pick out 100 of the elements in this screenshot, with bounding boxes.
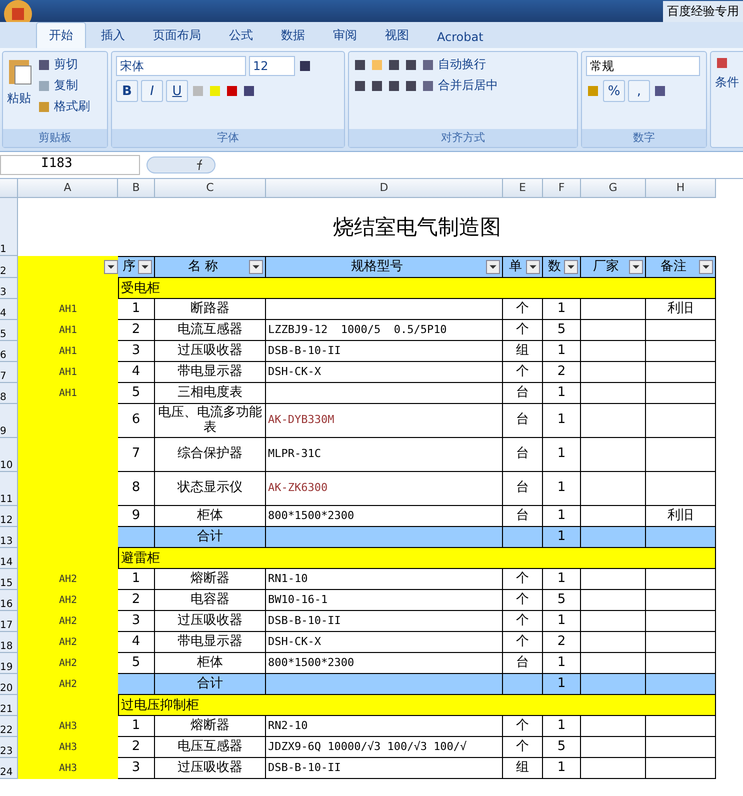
table-cell: AH1 [18,383,118,404]
table-cell: 个 [503,320,543,341]
bold-button[interactable]: B [116,80,138,102]
table-cell: 电流互感器 [155,320,266,341]
table-cell: 断路器 [155,299,266,320]
column-header[interactable]: C [155,179,266,198]
table-cell: AH2 [18,632,118,653]
table-cell [646,527,716,548]
table-cell [646,362,716,383]
table-cell: AH3 [18,716,118,737]
number-format-field[interactable]: 常规 [586,56,700,76]
ribbon-tab[interactable]: Acrobat [424,25,496,48]
table-cell: 4 [118,362,155,383]
filter-dropdown-icon[interactable] [486,260,500,274]
table-cell [581,674,646,695]
table-cell [581,506,646,527]
table-cell: DSH-CK-X [266,362,503,383]
font-name-field[interactable]: 宋体 [116,56,246,76]
table-cell [503,674,543,695]
row-number: 8 [0,383,18,404]
table-cell: 个 [503,590,543,611]
row-number: 23 [0,737,18,758]
ribbon-tab[interactable]: 数据 [268,22,318,48]
filter-dropdown-icon[interactable] [104,260,118,274]
column-heading: 厂家 [593,260,619,274]
table-cell: 1 [543,653,581,674]
table-cell: DSB-B-10-II [266,611,503,632]
ribbon-tab[interactable]: 插入 [88,22,138,48]
table-cell: 过压吸收器 [155,611,266,632]
table-cell: 个 [503,611,543,632]
table-cell: 1 [543,758,581,779]
table-cell [581,569,646,590]
underline-button[interactable]: U [166,80,188,102]
percent-button[interactable]: % [603,80,625,102]
row-number: 16 [0,590,18,611]
name-box[interactable]: I183 [0,155,140,175]
table-cell [646,632,716,653]
ribbon-tab[interactable]: 公式 [216,22,266,48]
filter-dropdown-icon[interactable] [248,260,263,274]
cut-button[interactable]: 剪切 [37,56,90,73]
table-cell: DSH-CK-X [266,632,503,653]
format-painter-button[interactable]: 格式刷 [37,98,90,115]
table-cell: 7 [118,438,155,472]
table-cell: 个 [503,737,543,758]
table-cell: 3 [118,758,155,779]
table-cell: 个 [503,632,543,653]
row-number: 21 [0,695,18,716]
table-cell: DSB-B-10-II [266,341,503,362]
table-cell: AH2 [18,653,118,674]
table-cell: 1 [543,383,581,404]
table-cell: 台 [503,404,543,438]
italic-button[interactable]: I [141,80,163,102]
merge-center-button[interactable]: 合并后居中 [421,77,498,94]
filter-dropdown-icon[interactable] [526,260,540,274]
row-number: 5 [0,320,18,341]
column-header[interactable]: A [18,179,118,198]
table-cell [118,674,155,695]
column-header[interactable]: F [543,179,581,198]
paste-button[interactable]: 粘贴 [7,90,33,107]
row-number: 6 [0,341,18,362]
row-number: 3 [0,278,18,299]
column-header[interactable]: G [581,179,646,198]
ribbon-tab[interactable]: 视图 [372,22,422,48]
column-header[interactable]: E [503,179,543,198]
filter-dropdown-icon[interactable] [564,260,578,274]
table-cell: AH1 [18,341,118,362]
table-cell: 个 [503,299,543,320]
table-cell [581,362,646,383]
table-cell: AH1 [18,299,118,320]
ribbon-tab[interactable]: 审阅 [320,22,370,48]
copy-button[interactable]: 复制 [37,77,90,94]
table-cell: AH2 [18,590,118,611]
wrap-text-button[interactable]: 自动换行 [421,56,486,73]
ribbon-tab[interactable]: 开始 [36,22,86,48]
table-cell: 2 [543,632,581,653]
section-heading: 避雷柜 [118,548,716,569]
table-cell: 个 [503,362,543,383]
column-header[interactable]: D [266,179,503,198]
conditional-format-button[interactable]: 条件 [715,74,739,91]
table-cell: 熔断器 [155,569,266,590]
table-cell: 柜体 [155,653,266,674]
column-header[interactable]: H [646,179,716,198]
table-cell [646,341,716,362]
table-cell [581,438,646,472]
filter-dropdown-icon[interactable] [138,260,152,274]
filter-dropdown-icon[interactable] [629,260,643,274]
table-cell: 6 [118,404,155,438]
column-header[interactable]: B [118,179,155,198]
row-number: 13 [0,527,18,548]
row-number: 18 [0,632,18,653]
font-size-field[interactable]: 12 [249,56,295,76]
table-cell [581,653,646,674]
table-cell: 组 [503,758,543,779]
table-cell: 熔断器 [155,716,266,737]
table-cell: 2 [118,737,155,758]
ribbon-tab[interactable]: 页面布局 [140,22,214,48]
table-cell [581,737,646,758]
table-cell: 3 [118,611,155,632]
comma-button[interactable]: , [628,80,650,102]
filter-dropdown-icon[interactable] [699,260,713,274]
